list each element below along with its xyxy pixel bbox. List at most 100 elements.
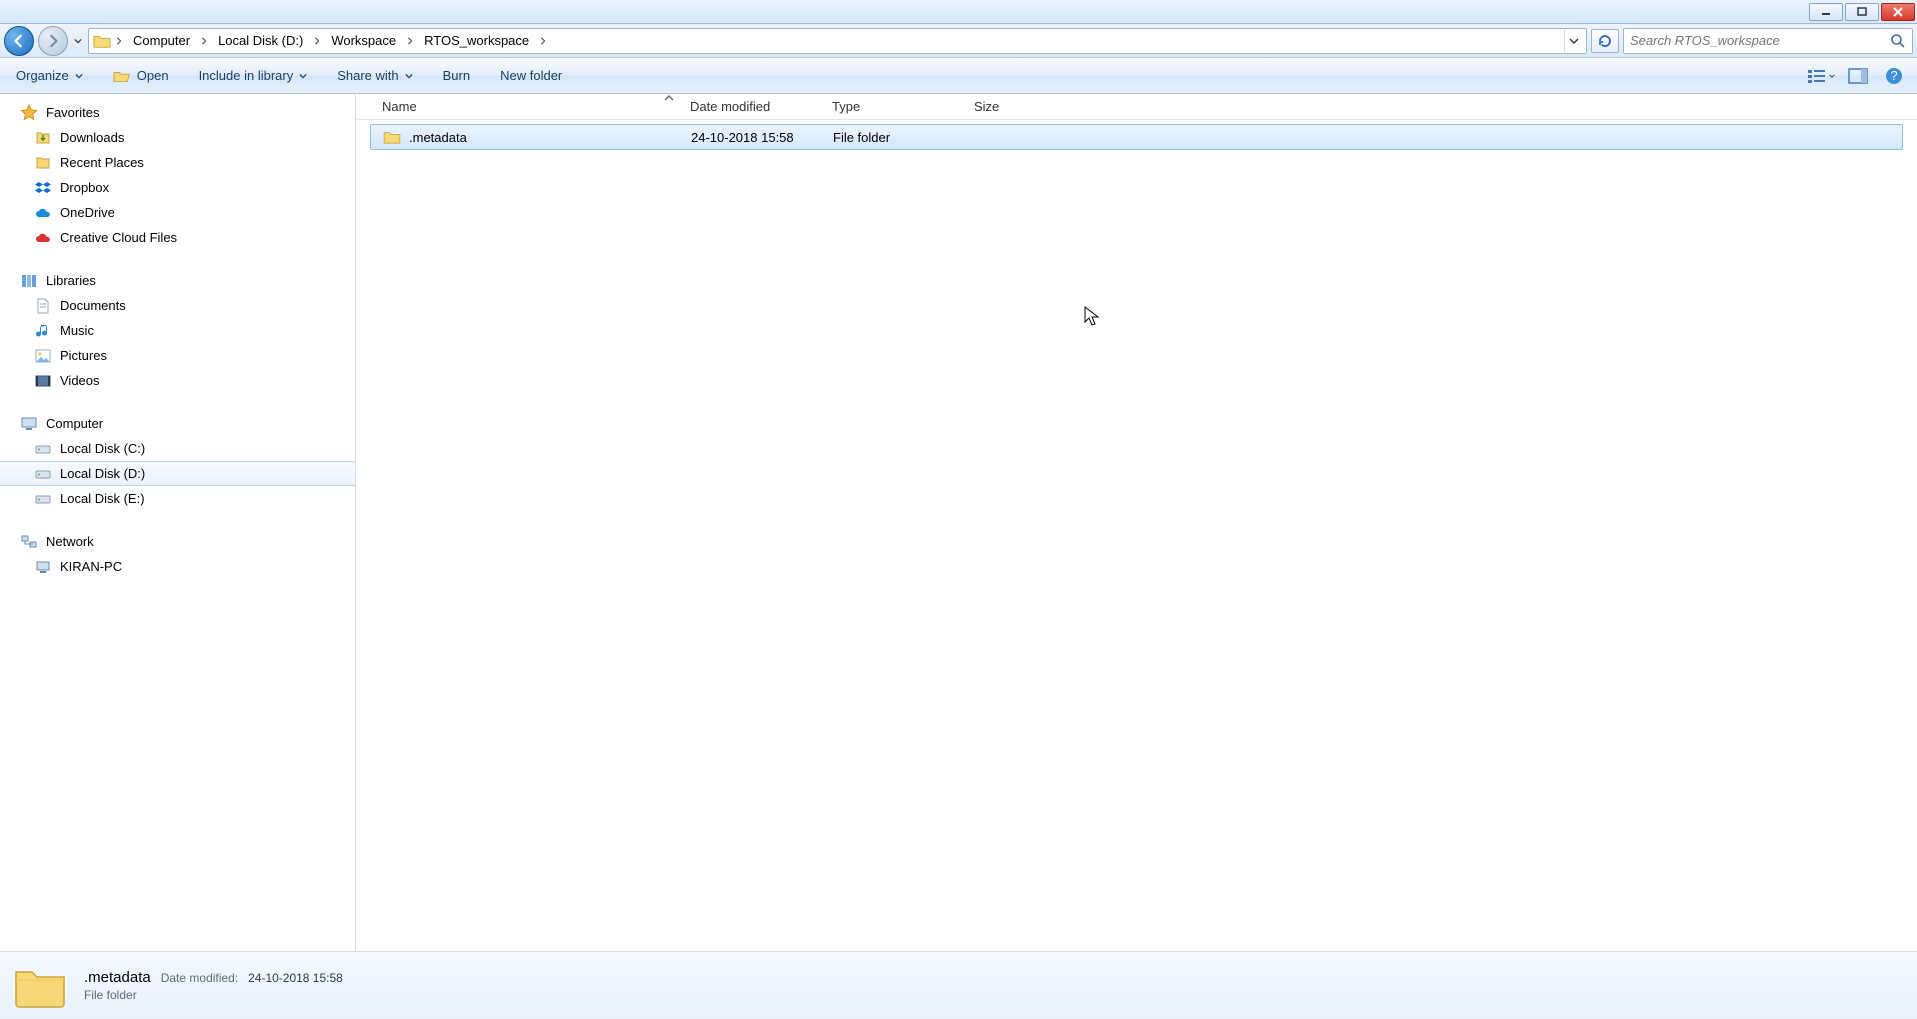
sidebar-item-label: Recent Places: [60, 155, 144, 170]
sidebar-item-downloads[interactable]: Downloads: [0, 125, 355, 150]
file-row[interactable]: .metadata 24-10-2018 15:58 File folder: [370, 124, 1903, 150]
network-label: Network: [46, 534, 94, 549]
column-header-name[interactable]: Name: [374, 99, 682, 114]
sidebar-group-network[interactable]: Network: [0, 529, 355, 554]
details-date-label: Date modified:: [161, 971, 238, 985]
chevron-down-icon: [405, 72, 413, 80]
folder-open-icon: [113, 67, 131, 85]
minimize-button[interactable]: [1809, 3, 1843, 21]
breadcrumb-workspace[interactable]: Workspace: [325, 29, 402, 52]
chevron-right-icon[interactable]: [113, 37, 125, 45]
burn-button[interactable]: Burn: [437, 64, 476, 87]
disk-icon: [34, 440, 52, 458]
chevron-down-icon: [75, 72, 83, 80]
computer-label: Computer: [46, 416, 103, 431]
folder-large-icon: [12, 958, 68, 1014]
folder-icon: [93, 32, 111, 50]
pc-icon: [34, 558, 52, 576]
column-header-size[interactable]: Size: [966, 99, 1052, 114]
file-list-pane[interactable]: Name Date modified Type Size .metadata 2…: [356, 94, 1917, 951]
column-label: Date modified: [690, 99, 770, 114]
back-button[interactable]: [4, 26, 34, 56]
cursor-icon: [1084, 306, 1100, 328]
sidebar-item-label: Videos: [60, 373, 100, 388]
burn-label: Burn: [443, 68, 470, 83]
preview-pane-button[interactable]: [1845, 63, 1871, 89]
column-header-type[interactable]: Type: [824, 99, 966, 114]
sidebar-item-recent-places[interactable]: Recent Places: [0, 150, 355, 175]
share-label: Share with: [337, 68, 398, 83]
sidebar-item-videos[interactable]: Videos: [0, 368, 355, 393]
sidebar-item-label: Creative Cloud Files: [60, 230, 177, 245]
address-bar[interactable]: Computer Local Disk (D:) Workspace RTOS_…: [88, 28, 1587, 54]
folder-icon: [383, 128, 401, 146]
column-label: Name: [382, 99, 417, 114]
sidebar-item-disk-c[interactable]: Local Disk (C:): [0, 436, 355, 461]
chevron-right-icon[interactable]: [311, 37, 323, 45]
column-label: Size: [974, 99, 999, 114]
chevron-right-icon[interactable]: [404, 37, 416, 45]
chevron-right-icon[interactable]: [198, 37, 210, 45]
sidebar-item-label: Music: [60, 323, 94, 338]
chevron-right-icon[interactable]: [537, 37, 549, 45]
computer-icon: [20, 415, 38, 433]
address-dropdown[interactable]: [1564, 30, 1582, 52]
sidebar-item-dropbox[interactable]: Dropbox: [0, 175, 355, 200]
sidebar-item-label: Downloads: [60, 130, 124, 145]
column-headers: Name Date modified Type Size: [356, 94, 1917, 120]
organize-button[interactable]: Organize: [10, 64, 89, 87]
videos-icon: [34, 372, 52, 390]
file-name: .metadata: [409, 130, 467, 145]
organize-label: Organize: [16, 68, 69, 83]
details-pane: .metadata Date modified: 24-10-2018 15:5…: [0, 951, 1917, 1019]
sidebar-item-disk-e[interactable]: Local Disk (E:): [0, 486, 355, 511]
search-box[interactable]: [1623, 28, 1913, 54]
breadcrumb-computer[interactable]: Computer: [127, 29, 196, 52]
sidebar-group-favorites[interactable]: Favorites: [0, 100, 355, 125]
open-button[interactable]: Open: [107, 63, 175, 89]
svg-text:?: ?: [1890, 68, 1897, 83]
breadcrumb-drive[interactable]: Local Disk (D:): [212, 29, 309, 52]
onedrive-icon: [34, 204, 52, 222]
sidebar-group-libraries[interactable]: Libraries: [0, 268, 355, 293]
sidebar-item-network-pc[interactable]: KIRAN-PC: [0, 554, 355, 579]
include-in-library-button[interactable]: Include in library: [193, 64, 314, 87]
file-date: 24-10-2018 15:58: [691, 130, 794, 145]
sidebar-item-label: OneDrive: [60, 205, 115, 220]
open-label: Open: [137, 68, 169, 83]
dropbox-icon: [34, 179, 52, 197]
sidebar-item-label: Local Disk (D:): [60, 466, 145, 481]
share-with-button[interactable]: Share with: [331, 64, 418, 87]
maximize-button[interactable]: [1845, 3, 1879, 21]
sidebar-item-music[interactable]: Music: [0, 318, 355, 343]
sidebar-item-documents[interactable]: Documents: [0, 293, 355, 318]
sidebar-group-computer[interactable]: Computer: [0, 411, 355, 436]
view-options-button[interactable]: [1807, 63, 1835, 89]
close-button[interactable]: [1881, 3, 1915, 21]
details-date-value: 24-10-2018 15:58: [248, 971, 343, 985]
chevron-down-icon: [1829, 73, 1835, 79]
command-bar: Organize Open Include in library Share w…: [0, 58, 1917, 94]
search-icon: [1890, 33, 1906, 49]
view-icon: [1807, 63, 1827, 89]
newfolder-label: New folder: [500, 68, 562, 83]
sidebar-item-pictures[interactable]: Pictures: [0, 343, 355, 368]
chevron-down-icon: [299, 72, 307, 80]
libraries-icon: [20, 272, 38, 290]
help-button[interactable]: ?: [1881, 63, 1907, 89]
sidebar-item-disk-d[interactable]: Local Disk (D:): [0, 461, 355, 486]
history-dropdown[interactable]: [72, 26, 84, 56]
navigation-bar: Computer Local Disk (D:) Workspace RTOS_…: [0, 24, 1917, 58]
new-folder-button[interactable]: New folder: [494, 64, 568, 87]
music-icon: [34, 322, 52, 340]
column-header-date[interactable]: Date modified: [682, 99, 824, 114]
sidebar-item-creative-cloud[interactable]: Creative Cloud Files: [0, 225, 355, 250]
forward-button[interactable]: [38, 26, 68, 56]
breadcrumb-current[interactable]: RTOS_workspace: [418, 29, 535, 52]
search-input[interactable]: [1630, 33, 1884, 48]
include-label: Include in library: [199, 68, 294, 83]
refresh-button[interactable]: [1591, 29, 1619, 53]
star-icon: [20, 104, 38, 122]
recent-icon: [34, 154, 52, 172]
sidebar-item-onedrive[interactable]: OneDrive: [0, 200, 355, 225]
